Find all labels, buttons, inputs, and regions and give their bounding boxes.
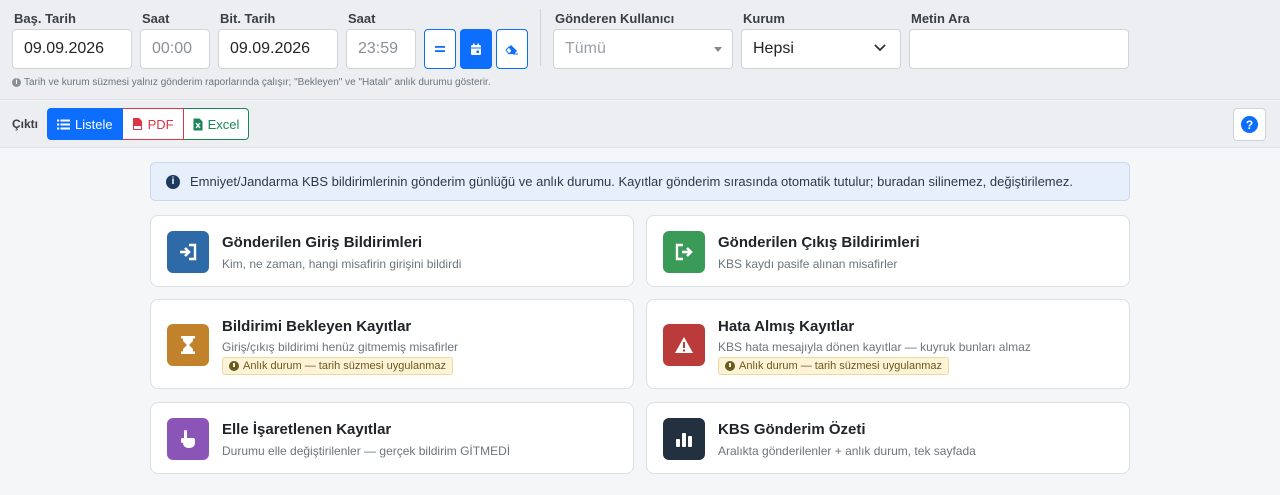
end-date-label: Bit. Tarih bbox=[220, 11, 276, 26]
help-button[interactable]: ? bbox=[1233, 108, 1266, 141]
excel-button[interactable]: Excel bbox=[183, 108, 250, 140]
equal-dates-button[interactable] bbox=[424, 29, 456, 69]
eraser-icon bbox=[505, 45, 518, 55]
report-subtitle: KBS hata mesajıyla dönen kayıtlar — kuyr… bbox=[718, 340, 1031, 354]
equals-icon bbox=[435, 46, 445, 52]
report-card-pending[interactable]: Bildirimi Bekleyen Kayıtlar Giriş/çıkış … bbox=[150, 299, 634, 389]
end-time-label: Saat bbox=[348, 11, 376, 26]
start-time-label: Saat bbox=[142, 11, 170, 26]
hand-pointer-icon bbox=[167, 418, 209, 460]
output-bar: Çıktı Listele PDF Excel ? bbox=[0, 101, 1280, 148]
report-card-manual[interactable]: Elle İşaretlenen Kayıtlar Durumu elle de… bbox=[150, 402, 634, 474]
info-alert: i Emniyet/Jandarma KBS bildirimlerinin g… bbox=[150, 162, 1130, 201]
report-subtitle: Kim, ne zaman, hangi misafirin girişini … bbox=[222, 257, 462, 271]
text-search-input[interactable] bbox=[909, 29, 1129, 69]
report-subtitle: Durumu elle değiştirilenler — gerçek bil… bbox=[222, 444, 511, 458]
report-title: Gönderilen Giriş Bildirimleri bbox=[222, 234, 423, 251]
file-pdf-icon bbox=[132, 117, 142, 130]
filter-hint: i Tarih ve kurum süzmesi yalnız gönderim… bbox=[12, 77, 491, 88]
status-badge-text: Anlık durum — tarih süzmesi uygulanmaz bbox=[243, 360, 446, 372]
clear-filters-button[interactable] bbox=[496, 29, 528, 69]
output-label: Çıktı bbox=[12, 117, 39, 131]
bar-chart-icon bbox=[663, 418, 705, 460]
today-button[interactable] bbox=[460, 29, 492, 69]
status-badge: Anlık durum — tarih süzmesi uygulanmaz bbox=[718, 357, 949, 375]
text-search-label: Metin Ara bbox=[911, 11, 970, 26]
chevron-down-icon bbox=[874, 44, 886, 52]
filter-hint-text: Tarih ve kurum süzmesi yalnız gönderim r… bbox=[24, 77, 491, 88]
info-circle-icon: i bbox=[166, 174, 180, 189]
caret-down-icon bbox=[714, 47, 722, 52]
start-time-input[interactable]: 00:00 bbox=[140, 29, 210, 69]
filter-bar: Baş. Tarih 09.09.2026 Saat 00:00 Bit. Ta… bbox=[0, 0, 1280, 100]
end-date-input[interactable]: 09.09.2026 bbox=[218, 29, 338, 69]
clock-icon bbox=[725, 361, 735, 371]
status-badge-text: Anlık durum — tarih süzmesi uygulanmaz bbox=[739, 360, 942, 372]
start-date-input[interactable]: 09.09.2026 bbox=[12, 29, 132, 69]
report-title: Elle İşaretlenen Kayıtlar bbox=[222, 421, 392, 438]
report-subtitle: Giriş/çıkış bildirimi henüz gitmemiş mis… bbox=[222, 340, 459, 354]
info-icon: i bbox=[12, 78, 21, 87]
report-card-summary[interactable]: KBS Gönderim Özeti Aralıkta gönderilenle… bbox=[646, 402, 1130, 474]
sender-user-value: Tümü bbox=[565, 40, 606, 57]
report-card-errors[interactable]: Hata Almış Kayıtlar KBS hata mesajıyla d… bbox=[646, 299, 1130, 389]
institution-label: Kurum bbox=[743, 11, 785, 26]
list-button-label: Listele bbox=[75, 116, 113, 132]
file-excel-icon bbox=[193, 118, 203, 130]
sender-user-select[interactable]: Tümü bbox=[553, 29, 733, 69]
report-title: KBS Gönderim Özeti bbox=[718, 421, 866, 438]
status-badge: Anlık durum — tarih süzmesi uygulanmaz bbox=[222, 357, 453, 375]
report-title: Gönderilen Çıkış Bildirimleri bbox=[718, 234, 920, 251]
end-time-input[interactable]: 23:59 bbox=[346, 29, 416, 69]
filter-divider bbox=[540, 9, 541, 66]
list-icon bbox=[57, 119, 70, 129]
sender-user-label: Gönderen Kullanıcı bbox=[555, 11, 675, 26]
list-button[interactable]: Listele bbox=[47, 108, 123, 140]
question-circle-icon: ? bbox=[1241, 116, 1258, 133]
output-button-group: Listele PDF Excel bbox=[47, 108, 250, 140]
report-card-sent-checkins[interactable]: Gönderilen Giriş Bildirimleri Kim, ne za… bbox=[150, 215, 634, 287]
report-title: Hata Almış Kayıtlar bbox=[718, 318, 855, 335]
institution-value: Hepsi bbox=[753, 40, 794, 57]
pdf-button[interactable]: PDF bbox=[122, 108, 184, 140]
sign-out-icon bbox=[663, 231, 705, 273]
report-subtitle: Aralıkta gönderilenler + anlık durum, te… bbox=[718, 444, 976, 458]
excel-button-label: Excel bbox=[207, 116, 240, 132]
clock-icon bbox=[229, 361, 239, 371]
warning-icon bbox=[663, 324, 705, 366]
institution-select[interactable]: Hepsi bbox=[741, 29, 901, 69]
start-date-label: Baş. Tarih bbox=[14, 11, 76, 26]
hourglass-icon bbox=[167, 324, 209, 366]
report-subtitle: KBS kaydı pasife alınan misafirler bbox=[718, 257, 898, 271]
info-alert-text: Emniyet/Jandarma KBS bildirimlerinin gön… bbox=[190, 174, 1073, 189]
calendar-icon bbox=[471, 43, 481, 55]
report-card-sent-checkouts[interactable]: Gönderilen Çıkış Bildirimleri KBS kaydı … bbox=[646, 215, 1130, 287]
sign-in-icon bbox=[167, 231, 209, 273]
report-title: Bildirimi Bekleyen Kayıtlar bbox=[222, 318, 412, 335]
pdf-button-label: PDF bbox=[147, 116, 174, 132]
